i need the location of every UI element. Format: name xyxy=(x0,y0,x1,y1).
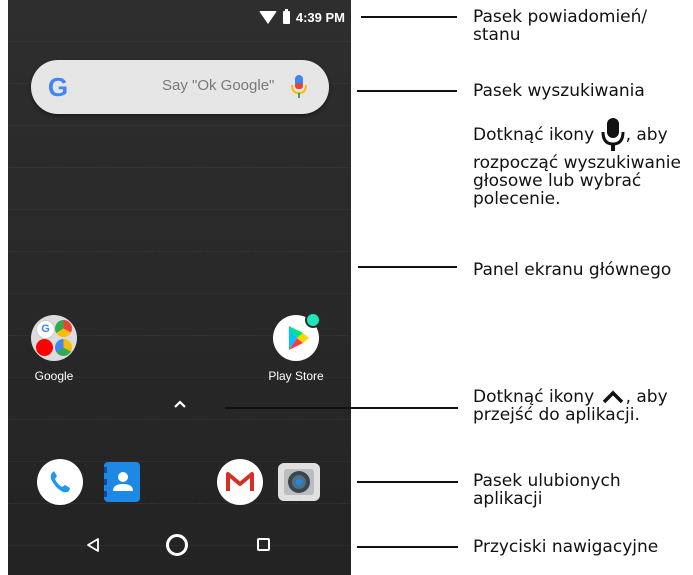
back-icon[interactable] xyxy=(85,537,101,553)
callout-navigation: Przyciski nawigacyjne xyxy=(473,537,659,557)
battery-icon xyxy=(282,9,290,24)
callout-line-home-panel xyxy=(358,266,457,268)
play-store-icon xyxy=(273,312,321,361)
app-google[interactable]: G Google xyxy=(24,315,84,383)
gmail-icon[interactable] xyxy=(217,459,263,505)
callout-line-status xyxy=(361,16,457,18)
phone-icon[interactable] xyxy=(37,459,83,505)
recents-icon[interactable] xyxy=(257,538,270,551)
contacts-icon[interactable] xyxy=(99,459,145,505)
chevron-up-icon[interactable] xyxy=(172,398,188,410)
callout-line-favorites xyxy=(357,481,458,483)
search-placeholder: Say "Ok Google" xyxy=(162,77,275,94)
callout-home-panel: Panel ekranu głównego xyxy=(473,260,672,280)
callout-app-drawer: Dotknąć ikony , aby przejść do aplikacji… xyxy=(473,388,688,424)
status-bar[interactable]: 4:39 PM xyxy=(8,0,351,38)
callout-voice-text-1: Dotknąć ikony xyxy=(473,125,595,145)
callout-search-bar: Pasek wyszukiwania xyxy=(473,81,645,101)
callout-status-bar: Pasek powiadomień/ stanu xyxy=(473,7,648,45)
chevron-up-icon xyxy=(602,390,623,404)
google-search-bar[interactable]: G Say "Ok Google" xyxy=(31,60,329,114)
phone-screen: 4:39 PM G Say "Ok Google" G Google Play … xyxy=(8,0,351,575)
status-time: 4:39 PM xyxy=(295,10,345,25)
camera-icon[interactable] xyxy=(276,459,322,505)
callout-voice-search: Dotknąć ikony , aby rozpocząć wyszukiwan… xyxy=(473,116,688,208)
app-label-google: Google xyxy=(34,369,74,383)
callout-apps-text-1: Dotknąć ikony xyxy=(473,387,595,407)
callout-favorites: Pasek ulubionych aplikacji xyxy=(473,471,621,509)
google-g-icon: G xyxy=(47,72,69,102)
callout-line-navigation xyxy=(357,546,458,548)
callout-line-search xyxy=(357,90,457,92)
callout-line-app-drawer xyxy=(225,407,458,409)
google-folder-icon: G xyxy=(31,315,77,361)
navigation-bar xyxy=(8,519,351,575)
notification-dot xyxy=(305,312,321,328)
home-icon[interactable] xyxy=(166,534,188,556)
app-play-store[interactable]: Play Store xyxy=(260,312,332,383)
mic-icon[interactable] xyxy=(289,74,309,100)
app-label-play-store: Play Store xyxy=(268,369,324,383)
wifi-icon xyxy=(258,11,277,24)
mic-icon xyxy=(601,118,625,151)
